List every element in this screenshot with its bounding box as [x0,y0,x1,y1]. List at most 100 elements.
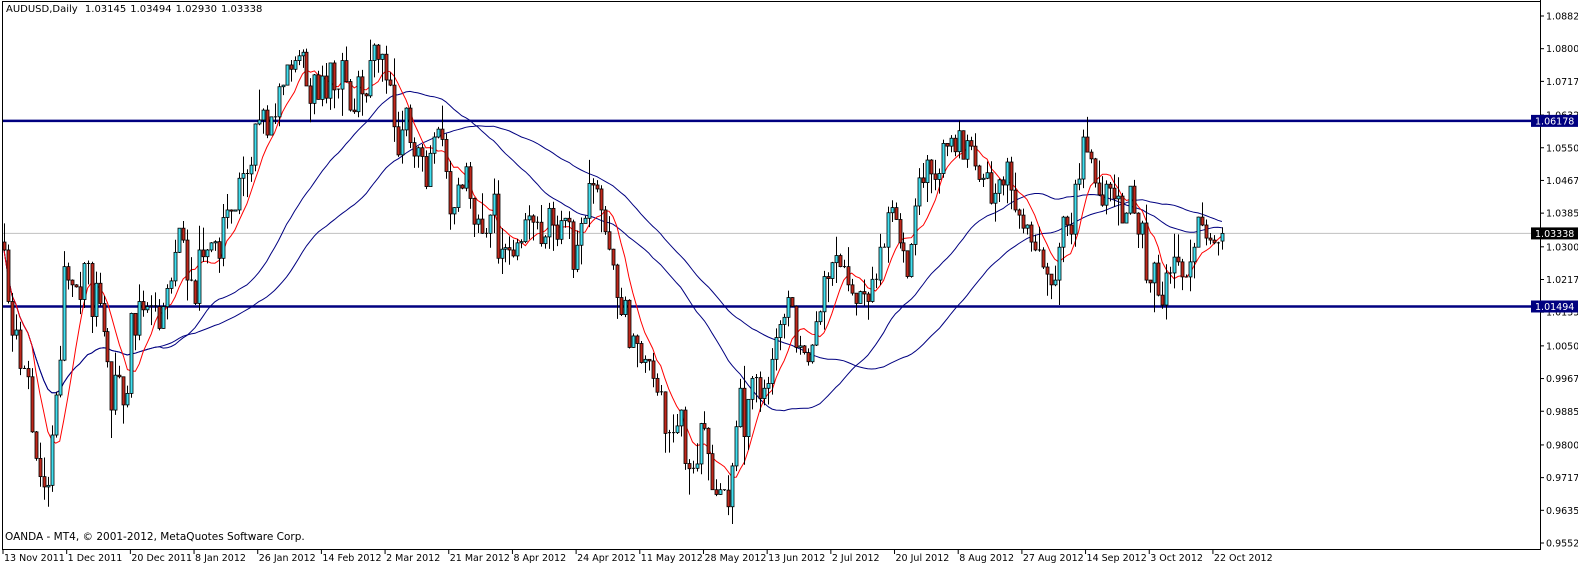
candle [340,52,345,116]
price-tick-label: 1.07175 [1546,77,1578,88]
candle [23,365,26,369]
candle-body [1033,241,1038,251]
candle-body [834,255,839,264]
candle-body [388,79,393,86]
candle-body [432,136,437,154]
candle [1148,279,1153,293]
candle [846,247,851,292]
candle-body [738,387,743,428]
candle [161,302,166,329]
candle [257,89,262,126]
candle [949,135,954,153]
candle [695,443,700,472]
candle-body [364,93,369,97]
time-tick-label: 8 Aug 2012 [959,553,1014,564]
candle-body [973,145,978,167]
candle [1176,234,1181,266]
candle-body [1128,185,1133,214]
candle [344,46,349,83]
candle [595,180,600,193]
time-tick-label: 24 Apr 2012 [577,553,636,564]
candle-body [233,209,238,212]
candle [388,72,393,87]
candle [464,162,469,192]
price-chart[interactable]: 1.088251.080001.071751.063251.055001.046… [0,0,1578,566]
candle [109,361,114,439]
candle [476,214,481,234]
candle [675,414,680,434]
candle-body [583,217,588,224]
candle [1045,262,1050,296]
candle [1164,264,1169,320]
candle [878,233,883,286]
candle [854,292,859,316]
candle-body [635,335,640,344]
candle-body [862,291,867,295]
candle-body [328,62,333,99]
candle [66,262,71,290]
candle-body [702,423,707,429]
candle-body [1156,262,1161,296]
candle [145,302,150,313]
candle-body [1097,182,1102,196]
candle-body [886,212,891,248]
candle-body [619,297,624,315]
candle [201,227,206,262]
candle [961,130,966,160]
candle [913,198,918,256]
candle-body [173,251,178,282]
candle-body [249,164,254,175]
candle-body [1013,189,1018,211]
candle-body [261,109,266,121]
candle [1013,172,1018,213]
candle [165,284,170,320]
line-price-label: 1.06178 [1531,114,1578,127]
candle [74,284,79,288]
candle-body [782,316,787,325]
candle [213,240,218,251]
candle-body [977,165,982,180]
candle-body [933,173,938,180]
candle-body [18,329,23,369]
candle-body [774,337,779,360]
candle [364,92,369,103]
candle-body [1041,249,1046,268]
candle-body [898,219,903,244]
candle [456,177,461,212]
candle [843,259,846,269]
candle-body [929,159,934,175]
candle-body [547,207,552,238]
candle [539,204,544,247]
price-tick-label: 0.98000 [1546,440,1578,451]
candle [1093,157,1098,188]
price-tick-label: 0.96350 [1546,506,1578,517]
candle-body [953,137,958,153]
candle-body [623,299,628,315]
candle-body [1220,233,1225,242]
candle [125,385,130,408]
candle [121,376,126,424]
candle-body [98,282,103,304]
candle [384,45,389,94]
candle-body [866,293,871,302]
candle-body [595,184,600,190]
time-tick-label: 11 May 2012 [641,553,703,564]
candle-body [217,241,222,259]
candle [293,56,298,73]
candle-body [340,60,345,90]
candle-body [949,137,954,147]
candle-body [468,166,473,199]
line-price-label-text: 1.01494 [1535,302,1574,313]
candle-body [1057,246,1062,281]
candle-body [519,241,524,244]
candle-body [937,173,942,180]
candle [770,348,775,395]
candle [396,111,401,157]
candle [862,279,867,306]
candle [953,134,958,157]
candle-body [706,427,711,455]
candle-body [1112,187,1117,200]
candle-body [726,489,731,508]
candle-body [237,177,242,211]
candle [591,178,596,204]
